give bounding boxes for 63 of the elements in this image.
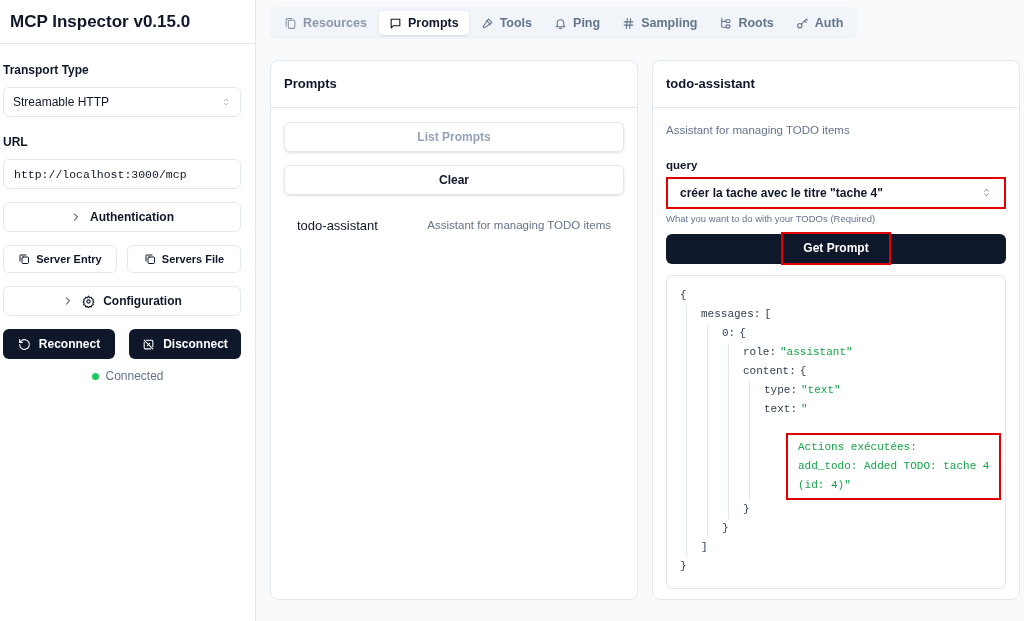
bell-icon xyxy=(554,16,568,30)
disconnect-button[interactable]: Disconnect xyxy=(129,329,241,359)
copy-button[interactable]: Servers File xyxy=(127,245,241,273)
copy-button[interactable]: Server Entry xyxy=(3,245,117,273)
json-key: role: xyxy=(743,342,776,362)
reconnect-button[interactable]: Reconnect xyxy=(3,329,115,359)
transport-select[interactable]: Streamable HTTP xyxy=(3,87,241,117)
get-prompt-button[interactable]: Get Prompt xyxy=(781,231,891,265)
connection-status: Connected xyxy=(105,368,164,385)
json-bracket: } xyxy=(680,558,688,574)
json-key: content: xyxy=(743,361,796,381)
refresh-icon xyxy=(17,337,31,351)
gear-icon xyxy=(82,294,96,308)
speech-bubble-icon xyxy=(388,16,402,30)
tab: Resources xyxy=(274,11,377,35)
tab[interactable]: Ping xyxy=(544,11,611,35)
prompt-description: Assistant for managing TODO items xyxy=(427,218,611,234)
authentication-button[interactable]: Authentication xyxy=(3,202,241,232)
app-title: MCP Inspector v0.15.0 xyxy=(10,10,191,33)
hammer-icon xyxy=(480,16,494,30)
hash-icon xyxy=(622,16,636,30)
json-key: type: xyxy=(764,380,797,400)
json-bracket: } xyxy=(743,501,751,517)
updown-icon xyxy=(221,97,231,107)
json-string: " xyxy=(801,401,808,417)
json-key: text: xyxy=(764,399,797,419)
tree-icon xyxy=(719,16,733,30)
json-bracket: { xyxy=(799,363,807,379)
prompt-description: Assistant for managing TODO items xyxy=(666,123,851,138)
argument-label: query xyxy=(666,158,699,174)
key-icon xyxy=(795,16,809,30)
card-title: Prompts xyxy=(284,75,337,94)
json-key: 0: xyxy=(722,323,736,343)
copy-icon xyxy=(143,253,156,265)
prompt-name: todo-assistant xyxy=(297,217,378,235)
tab[interactable]: Prompts xyxy=(378,11,469,35)
list-prompts-button: List Prompts xyxy=(284,122,624,152)
tab[interactable]: Sampling xyxy=(612,11,708,35)
updown-icon xyxy=(981,187,992,198)
copy-icon xyxy=(18,253,31,265)
unlink-icon xyxy=(142,337,156,351)
tab[interactable]: Auth xyxy=(785,11,854,35)
json-key: messages: xyxy=(701,304,761,324)
prompt-list-item[interactable]: todo-assistant Assistant for managing TODO items xyxy=(284,208,624,244)
tab[interactable]: Roots xyxy=(709,11,784,35)
clear-button[interactable]: Clear xyxy=(284,165,624,195)
url-field[interactable]: http://localhost:3000/mcp xyxy=(3,159,241,189)
json-bracket: { xyxy=(739,325,746,341)
configuration-button[interactable]: Configuration xyxy=(3,286,241,316)
field-label: Transport Type xyxy=(3,62,90,79)
query-field[interactable]: créer la tache avec le titre "tache 4" xyxy=(666,176,1006,209)
json-bracket: } xyxy=(722,520,730,536)
json-bracket: { xyxy=(680,287,687,303)
json-string: Actions exécutées: add_todo: Added TODO: tache 4 (id: 4)" xyxy=(786,432,1002,500)
json-string: "assistant" xyxy=(780,344,853,360)
field-hint: What you want to do with your TODOs (Required) xyxy=(666,211,877,226)
json-bracket: ] xyxy=(701,539,709,555)
tab[interactable]: Tools xyxy=(470,11,543,35)
json-bracket: [ xyxy=(764,306,772,322)
field-label: URL xyxy=(3,134,29,151)
card-title: todo-assistant xyxy=(666,75,755,94)
document-icon xyxy=(284,16,297,30)
json-string: "text" xyxy=(801,382,841,398)
